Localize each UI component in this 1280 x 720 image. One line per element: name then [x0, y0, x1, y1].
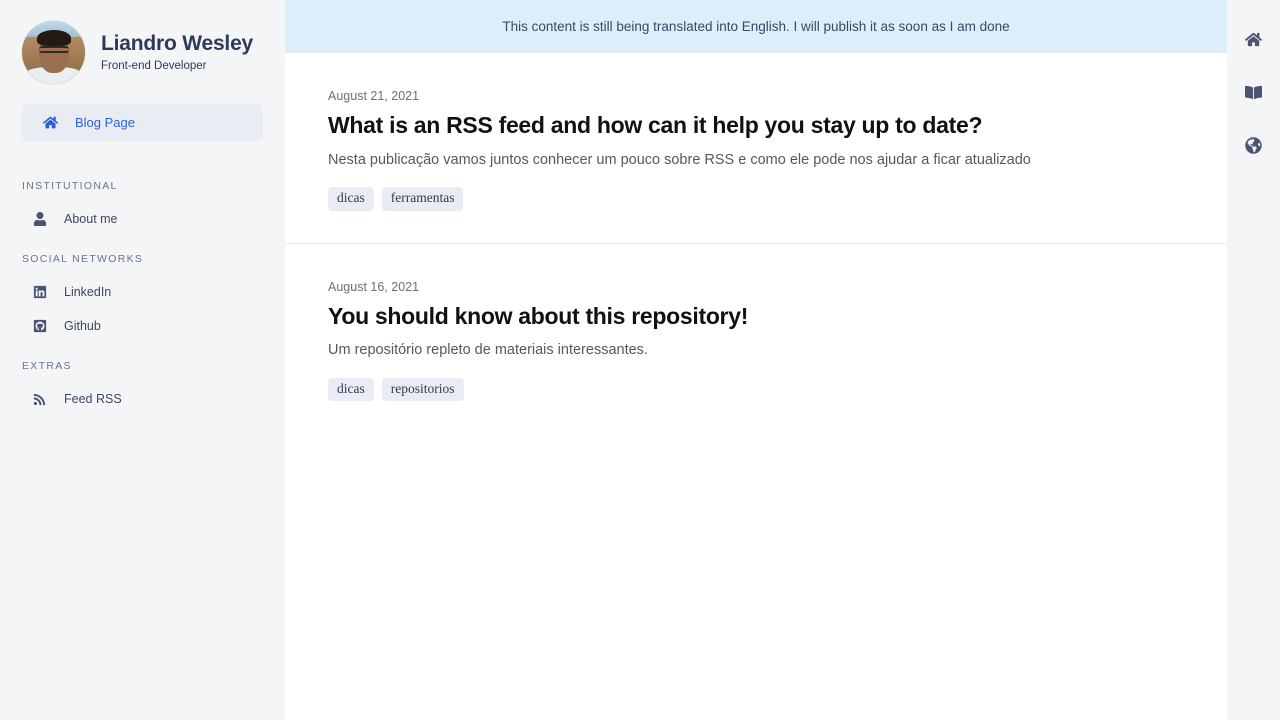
- post-item[interactable]: August 16, 2021 You should know about th…: [285, 242, 1227, 434]
- book-open-icon: [1245, 84, 1262, 101]
- post-item[interactable]: August 21, 2021 What is an RSS feed and …: [285, 53, 1227, 243]
- main-content: This content is still being translated i…: [285, 0, 1227, 720]
- person-icon: [33, 212, 51, 226]
- translation-notice-banner: This content is still being translated i…: [285, 0, 1227, 53]
- app-root: Liandro Wesley Front-end Developer Blog …: [0, 0, 1280, 720]
- sidebar-item-label: Blog Page: [75, 115, 135, 130]
- sidebar-item-label: Feed RSS: [64, 392, 122, 406]
- sidebar-group-social-networks: SOCIAL NETWORKS LinkedIn Github: [0, 253, 285, 343]
- home-icon: [43, 115, 63, 130]
- rail-home-button[interactable]: [1239, 24, 1269, 54]
- post-excerpt: Nesta publicação vamos juntos conhecer u…: [328, 151, 1031, 168]
- sidebar-item-label: Github: [64, 319, 101, 333]
- tag-chip[interactable]: ferramentas: [381, 186, 464, 211]
- sidebar-item-about-me[interactable]: About me: [0, 202, 285, 236]
- sidebar-item-blog-page[interactable]: Blog Page: [22, 104, 263, 141]
- sidebar-item-github[interactable]: Github: [0, 309, 285, 343]
- rail-read-button[interactable]: [1239, 77, 1269, 107]
- post-title[interactable]: You should know about this repository!: [328, 303, 1184, 331]
- tag-chip[interactable]: dicas: [328, 377, 374, 402]
- post-date: August 16, 2021: [328, 279, 420, 294]
- sidebar-group-title: SOCIAL NETWORKS: [22, 253, 144, 265]
- profile-role: Front-end Developer: [101, 59, 207, 72]
- post-tags: dicas ferramentas: [328, 186, 1184, 211]
- sidebar-group-extras: EXTRAS Feed RSS: [0, 360, 285, 416]
- home-icon: [1245, 31, 1262, 48]
- avatar: [22, 20, 85, 84]
- globe-icon: [1245, 136, 1262, 154]
- post-excerpt: Um repositório repleto de materiais inte…: [328, 342, 648, 359]
- tag-chip[interactable]: repositorios: [381, 377, 464, 402]
- post-tags: dicas repositorios: [328, 377, 1184, 402]
- sidebar-group-title: EXTRAS: [22, 360, 72, 372]
- profile-header: Liandro Wesley Front-end Developer: [0, 0, 285, 86]
- profile-name: Liandro Wesley: [101, 32, 254, 56]
- post-date: August 21, 2021: [328, 89, 420, 103]
- sidebar-item-feed-rss[interactable]: Feed RSS: [0, 382, 285, 416]
- linkedin-icon: [33, 285, 51, 299]
- sidebar-item-linkedin[interactable]: LinkedIn: [0, 275, 285, 309]
- left-sidebar: Liandro Wesley Front-end Developer Blog …: [0, 0, 285, 720]
- right-rail: [1227, 0, 1280, 720]
- sidebar-group-institutional: INSTITUTIONAL About me: [0, 180, 285, 236]
- sidebar-group-title: INSTITUTIONAL: [22, 180, 118, 192]
- post-title[interactable]: What is an RSS feed and how can it help …: [328, 112, 1184, 140]
- sidebar-item-label: About me: [64, 212, 118, 226]
- rss-icon: [33, 393, 51, 406]
- tag-chip[interactable]: dicas: [328, 186, 374, 211]
- github-icon: [33, 319, 51, 333]
- notice-text: This content is still being translated i…: [502, 19, 1010, 34]
- rail-language-button[interactable]: [1239, 130, 1269, 160]
- sidebar-item-label: LinkedIn: [64, 285, 112, 299]
- post-list: August 21, 2021 What is an RSS feed and …: [285, 53, 1227, 720]
